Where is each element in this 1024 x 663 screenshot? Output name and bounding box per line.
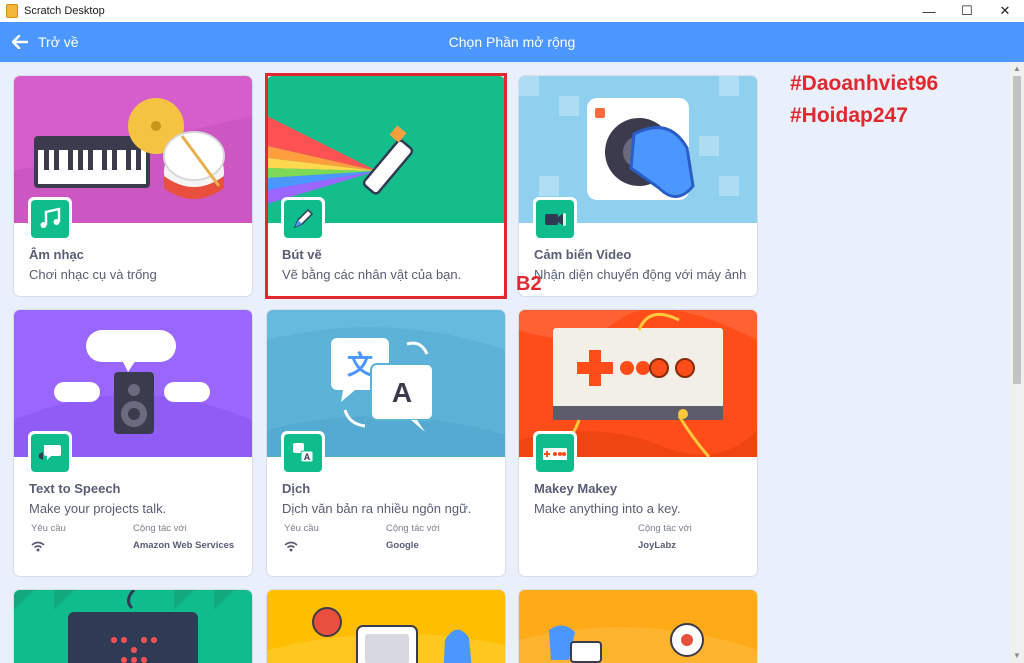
collaborator-name: JoyLabz bbox=[638, 540, 677, 551]
extension-name: Dịch bbox=[282, 481, 311, 496]
scrollbar-thumb[interactable] bbox=[1013, 76, 1021, 384]
extension-description: Chơi nhạc cụ và trống bbox=[29, 267, 157, 282]
extension-card-pen[interactable]: Bút vẽ Vẽ bằng các nhân vật của bạn. bbox=[267, 76, 505, 296]
pen-extension-icon bbox=[281, 197, 325, 241]
translate-icon: A bbox=[293, 443, 314, 463]
scroll-down-arrow-icon[interactable]: ▼ bbox=[1010, 649, 1024, 663]
collaborator-label: Cộng tác với bbox=[386, 523, 440, 534]
music-note-icon bbox=[40, 207, 61, 228]
extension-card-text-to-speech[interactable]: Text to Speech Make your projects talk. … bbox=[14, 310, 252, 576]
requires-label: Yêu cầu bbox=[284, 523, 319, 534]
svg-text:文: 文 bbox=[347, 350, 374, 380]
scratch-app-icon bbox=[6, 4, 18, 18]
extension-description: Dịch văn bản ra nhiều ngôn ngữ. bbox=[282, 501, 472, 516]
extension-name: Text to Speech bbox=[29, 481, 121, 496]
extension-description: Nhận diện chuyển động với máy ảnh bbox=[534, 267, 747, 282]
text-to-speech-extension-icon bbox=[28, 431, 72, 475]
translate-extension-icon: A bbox=[281, 431, 325, 475]
extension-card-music[interactable]: Âm nhạc Chơi nhạc cụ và trống bbox=[14, 76, 252, 296]
watermark-line-1: #Daoanhviet96 bbox=[790, 72, 939, 95]
svg-text:A: A bbox=[304, 452, 311, 462]
extension-library: Âm nhạc Chơi nhạc cụ và trống Bút vẽ Vẽ … bbox=[0, 62, 1010, 663]
collaborator-label: Cộng tác với bbox=[638, 523, 692, 534]
extension-description: Vẽ bằng các nhân vật của bạn. bbox=[282, 267, 462, 282]
video-sensing-extension-icon bbox=[533, 197, 577, 241]
extension-card-lego-wedo[interactable] bbox=[267, 590, 505, 663]
lego-ev3-extension-image bbox=[519, 590, 757, 663]
window-title: Scratch Desktop bbox=[24, 5, 105, 17]
internet-wifi-icon bbox=[284, 541, 298, 552]
extension-card-microbit[interactable] bbox=[14, 590, 252, 663]
internet-wifi-icon bbox=[31, 541, 45, 552]
extension-description: Make anything into a key. bbox=[534, 501, 681, 516]
extension-description: Make your projects talk. bbox=[29, 501, 167, 516]
extension-name: Cảm biến Video bbox=[534, 247, 632, 262]
collaborator-name: Amazon Web Services bbox=[133, 540, 235, 551]
library-scrollbar[interactable]: ▲ ▼ bbox=[1010, 62, 1024, 663]
collaborator-name: Google bbox=[386, 540, 419, 551]
makey-makey-extension-icon bbox=[533, 431, 577, 475]
video-camera-icon bbox=[545, 213, 566, 226]
window-controls: — ☐ ✕ bbox=[910, 0, 1024, 22]
requires-label: Yêu cầu bbox=[31, 523, 66, 534]
page-title: Chọn Phần mở rộng bbox=[448, 34, 576, 50]
music-extension-icon bbox=[28, 197, 72, 241]
makey-makey-board-icon bbox=[543, 448, 567, 460]
extension-name: Âm nhạc bbox=[29, 247, 84, 262]
svg-text:A: A bbox=[392, 377, 412, 408]
watermark-line-2: #Hoidap247 bbox=[790, 104, 908, 127]
step-annotation: B2 bbox=[516, 273, 542, 295]
extension-name: Makey Makey bbox=[534, 481, 618, 496]
close-button[interactable]: ✕ bbox=[986, 0, 1024, 22]
extension-card-translate[interactable]: 文 A A Dịch Dịch văn bản ra nhiều ngôn ng… bbox=[267, 310, 505, 576]
minimize-button[interactable]: — bbox=[910, 0, 948, 22]
extension-name: Bút vẽ bbox=[282, 247, 322, 262]
lego-wedo-extension-image bbox=[267, 590, 505, 663]
microbit-extension-image bbox=[14, 590, 252, 663]
extension-card-makey-makey[interactable]: Makey Makey Make anything into a key. Cộ… bbox=[519, 310, 757, 576]
library-header: Trở về Chọn Phần mở rộng bbox=[0, 22, 1024, 62]
scroll-up-arrow-icon[interactable]: ▲ bbox=[1010, 62, 1024, 76]
speech-bubble-icon bbox=[39, 445, 61, 460]
extension-card-lego-ev3[interactable] bbox=[519, 590, 757, 663]
collaborator-label: Cộng tác với bbox=[133, 523, 187, 534]
window-titlebar: Scratch Desktop — ☐ ✕ bbox=[0, 0, 1024, 22]
maximize-button[interactable]: ☐ bbox=[948, 0, 986, 22]
extension-card-video-sensing[interactable]: Cảm biến Video Nhận diện chuyển động với… bbox=[519, 76, 757, 296]
pen-icon bbox=[293, 208, 314, 229]
